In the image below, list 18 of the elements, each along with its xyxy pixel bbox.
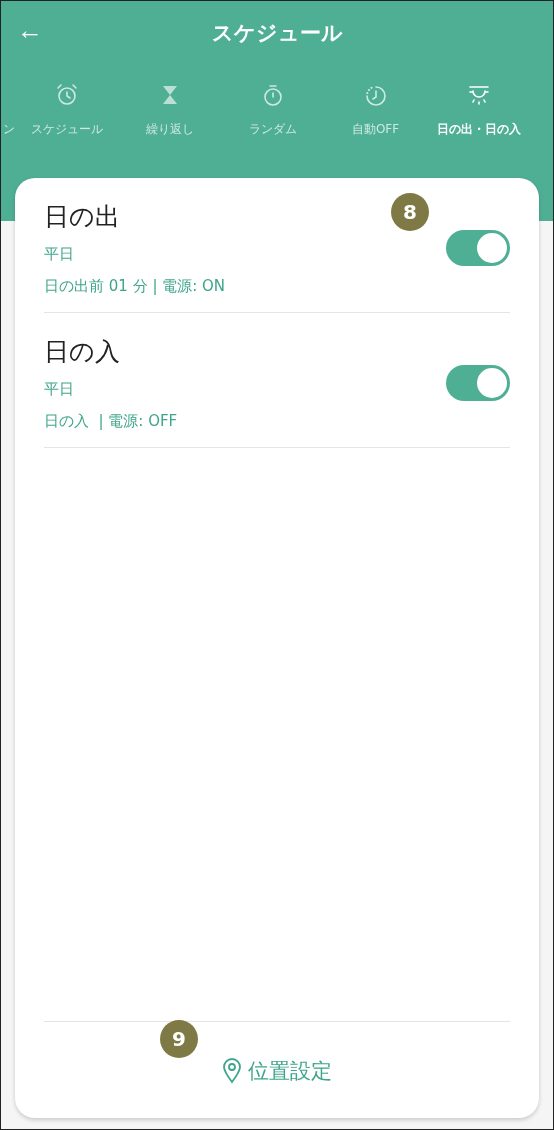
tab[interactable]: 日の出・日の入: [436, 121, 521, 138]
location-pin-icon: [222, 1058, 242, 1084]
toggle-switch[interactable]: [446, 230, 510, 266]
schedule-title: 日の出: [44, 201, 121, 233]
tab[interactable]: ン: [3, 121, 15, 138]
schedule-days: 平日: [44, 244, 226, 264]
toggle-switch[interactable]: [446, 365, 510, 401]
tab[interactable]: スケジュール: [30, 121, 103, 138]
schedule-title: 日の入: [44, 336, 121, 368]
page-title: スケジュール: [211, 20, 343, 47]
tab[interactable]: ランダム: [248, 121, 297, 138]
back-button[interactable]: ←: [11, 15, 49, 45]
schedule-detail: 日の入 | 電源: OFF: [44, 411, 178, 431]
schedule-days: 平日: [44, 379, 178, 399]
tab[interactable]: 繰り返し: [145, 121, 194, 138]
schedule-detail: 日の出前 01 分 | 電源: ON: [44, 276, 226, 296]
location-settings-button[interactable]: 位置設定: [218, 1053, 336, 1089]
tab[interactable]: 自動OFF: [351, 121, 400, 138]
